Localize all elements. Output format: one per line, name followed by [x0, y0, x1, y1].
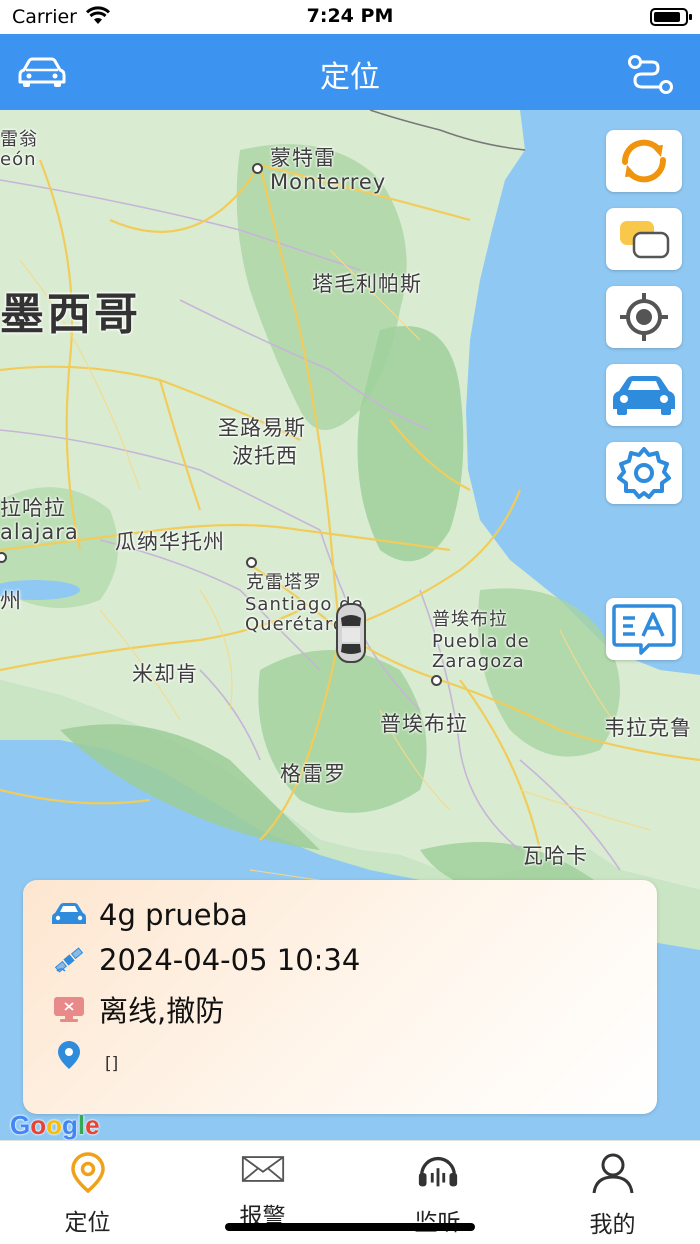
- device-status: 离线,撤防: [99, 994, 225, 1028]
- map-label-puebla-city: 普埃布拉: [432, 609, 508, 630]
- map-label-oaxaca: 瓦哈卡: [522, 844, 588, 868]
- layers-icon: [620, 221, 670, 259]
- map-label-puebla-city-en-2: Zaragoza: [432, 651, 525, 672]
- map-label-guerrero: 格雷罗: [280, 762, 346, 786]
- translate-icon: [612, 604, 676, 655]
- address-row: []: [51, 1036, 118, 1074]
- car-icon: [613, 376, 675, 415]
- translate-button[interactable]: [606, 598, 682, 660]
- offline-status-icon: [51, 994, 87, 1024]
- map-label-coahuila: 雷翁: [0, 129, 38, 150]
- device-name-row: 4g prueba: [51, 898, 248, 932]
- map-label-monterrey: 蒙特雷: [270, 146, 336, 170]
- tab-listen[interactable]: 监听: [350, 1151, 525, 1236]
- location-pin-icon: [51, 1040, 87, 1070]
- locate-me-button[interactable]: [606, 286, 682, 348]
- target-icon: [620, 293, 668, 341]
- map-label-queretaro-en-2: Querétaro: [245, 614, 345, 635]
- device-name: 4g prueba: [99, 898, 248, 932]
- map-label-guadalajara: 拉哈拉: [0, 496, 66, 520]
- city-dot-guanajuato: [246, 557, 257, 568]
- status-row: 离线,撤防: [51, 988, 224, 1030]
- vehicle-marker-icon[interactable]: [334, 600, 368, 666]
- device-address: []: [105, 1054, 119, 1074]
- google-logo: Google: [10, 1110, 100, 1140]
- car-icon: [51, 900, 87, 930]
- gear-icon: [617, 447, 671, 499]
- user-icon: [591, 1151, 635, 1195]
- timestamp-row: 2024-04-05 10:34: [51, 943, 360, 977]
- battery-icon: [650, 8, 692, 26]
- tab-label: 定位: [64, 1210, 111, 1236]
- map-label-guanajuato: 瓜纳华托州: [115, 530, 225, 554]
- tab-alarm[interactable]: 报警: [175, 1151, 350, 1231]
- map-label-slp-2: 波托西: [232, 444, 298, 468]
- headset-icon: [416, 1151, 460, 1193]
- map-label-puebla-state: 普埃布拉: [380, 712, 468, 736]
- settings-button[interactable]: [606, 442, 682, 504]
- city-dot-monterrey: [252, 163, 263, 174]
- tab-profile[interactable]: 我的: [525, 1151, 700, 1238]
- refresh-button[interactable]: [606, 130, 682, 192]
- route-icon[interactable]: [626, 54, 676, 96]
- map-label-monterrey-en: Monterrey: [270, 170, 387, 194]
- map-label-queretaro: 克雷塔罗: [246, 572, 322, 593]
- page-title: 定位: [320, 60, 380, 95]
- map-label-veracruz: 韦拉克鲁: [604, 716, 692, 740]
- city-dot-puebla: [431, 675, 442, 686]
- refresh-icon: [621, 139, 667, 183]
- tab-label: 我的: [589, 1212, 636, 1238]
- map-label-tamaulipas: 塔毛利帕斯: [312, 272, 422, 296]
- map-label-guadalajara-en: alajara: [0, 520, 79, 544]
- device-info-card[interactable]: 4g prueba 2024-04-05 10:34 离线,撤防 []: [23, 880, 657, 1114]
- navigation-bar: 定位: [0, 34, 700, 110]
- map-type-button[interactable]: [606, 208, 682, 270]
- map-label-slp-1: 圣路易斯: [218, 416, 306, 440]
- tab-label: 监听: [415, 1203, 461, 1237]
- location-pin-icon: [66, 1151, 110, 1193]
- clock: 7:24 PM: [306, 5, 394, 27]
- mail-icon: [241, 1151, 285, 1187]
- map-label-puebla-city-en-1: Puebla de: [432, 631, 530, 652]
- map-label-michoacan: 米却肯: [132, 662, 198, 686]
- satellite-icon: [51, 945, 87, 975]
- home-indicator: [225, 1223, 475, 1231]
- locate-car-button[interactable]: [606, 364, 682, 426]
- map-label-coahuila-en: eón: [0, 149, 37, 170]
- tab-location[interactable]: 定位: [0, 1151, 175, 1236]
- last-update-time: 2024-04-05 10:34: [99, 943, 361, 977]
- map-label-jalisco: 州: [0, 589, 22, 613]
- status-bar: Carrier 7:24 PM: [0, 0, 700, 34]
- map-label-mexico: 墨西哥: [0, 289, 141, 340]
